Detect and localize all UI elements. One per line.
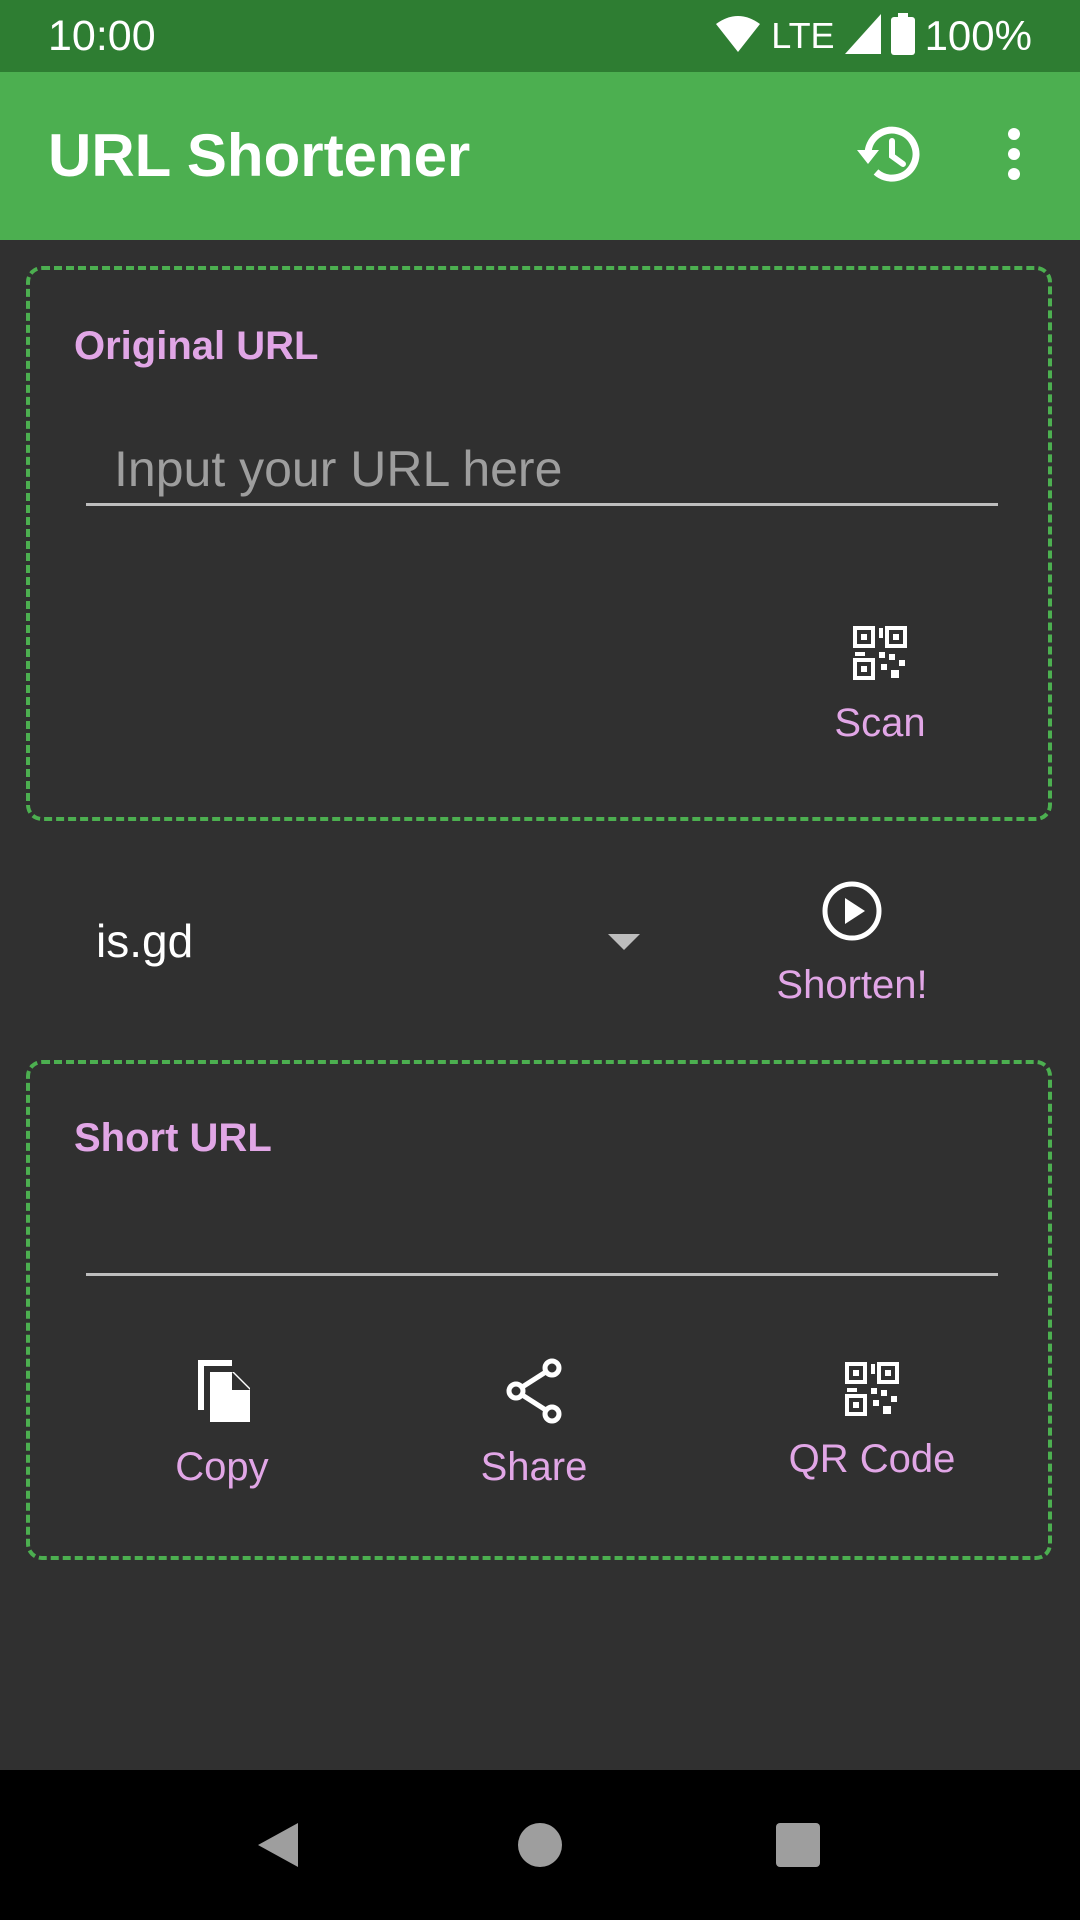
short-url-label: Short URL <box>74 1116 272 1160</box>
nav-home-button[interactable] <box>510 1815 570 1875</box>
short-url-card: Short URL Copy Share QR Code <box>26 1060 1052 1560</box>
original-url-label: Original URL <box>74 324 319 368</box>
copy-icon <box>192 1358 252 1434</box>
more-options-button[interactable] <box>978 120 1050 192</box>
qr-code-icon <box>853 626 907 690</box>
battery-icon <box>890 12 915 60</box>
original-url-input[interactable] <box>86 434 998 506</box>
status-bar: 10:00 LTE 100% <box>0 0 1080 72</box>
wifi-icon <box>715 14 761 59</box>
status-time: 10:00 <box>48 12 156 60</box>
battery-percent: 100% <box>924 12 1032 59</box>
shorten-button[interactable]: Shorten! <box>752 880 952 1008</box>
qr-code-icon <box>845 1362 899 1426</box>
copy-label: Copy <box>175 1445 269 1489</box>
original-url-card: Original URL Scan <box>26 266 1052 821</box>
history-button[interactable] <box>852 120 924 192</box>
play-circle-icon <box>821 880 883 952</box>
more-vert-icon <box>1006 127 1022 185</box>
navigation-bar <box>0 1770 1080 1920</box>
history-icon <box>855 124 921 189</box>
status-icons: LTE 100% <box>715 10 1032 62</box>
copy-button[interactable]: Copy <box>132 1358 312 1490</box>
shorten-label: Shorten! <box>776 963 928 1007</box>
app-bar: URL Shortener <box>0 72 1080 240</box>
short-url-field[interactable] <box>86 1204 998 1276</box>
share-button[interactable]: Share <box>444 1358 624 1490</box>
scan-button[interactable]: Scan <box>790 626 970 746</box>
qr-code-button[interactable]: QR Code <box>752 1362 992 1482</box>
service-dropdown[interactable]: is.gd <box>96 906 656 978</box>
back-icon <box>248 1823 308 1879</box>
share-icon <box>504 1358 564 1434</box>
network-type: LTE <box>771 15 835 56</box>
app-title: URL Shortener <box>48 122 471 189</box>
nav-back-button[interactable] <box>248 1815 308 1875</box>
home-icon <box>510 1823 570 1879</box>
dropdown-arrow-icon <box>608 934 640 950</box>
recents-icon <box>768 1823 828 1879</box>
signal-icon <box>844 13 881 59</box>
qr-code-label: QR Code <box>788 1437 956 1481</box>
service-selected: is.gd <box>96 915 194 967</box>
nav-recents-button[interactable] <box>768 1815 828 1875</box>
scan-label: Scan <box>834 701 926 745</box>
share-label: Share <box>480 1445 588 1489</box>
